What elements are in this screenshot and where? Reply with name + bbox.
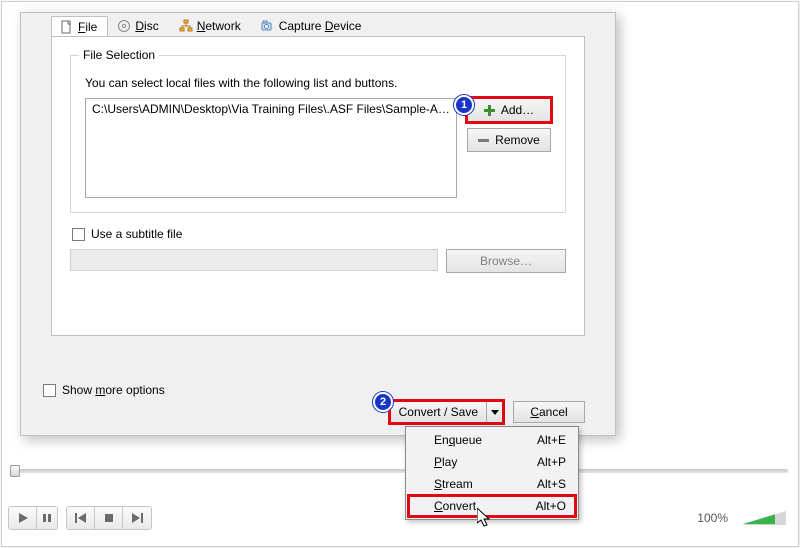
seek-track	[12, 469, 788, 473]
convert-save-button[interactable]: Convert / Save	[390, 401, 503, 423]
pause-button[interactable]	[37, 507, 57, 529]
tab-file[interactable]: File	[51, 16, 108, 38]
more-options-checkbox[interactable]	[43, 384, 56, 397]
tab-disc[interactable]: Disc	[108, 15, 169, 37]
menu-item-label: Convert	[434, 499, 476, 513]
menu-item-enqueue[interactable]: Enqueue Alt+E	[408, 429, 576, 451]
tab-file-label: File	[78, 20, 97, 34]
list-item[interactable]: C:\Users\ADMIN\Desktop\Via Training File…	[90, 101, 452, 117]
player-toolbar: 100%	[8, 502, 792, 534]
subtitle-label: Use a subtitle file	[91, 227, 182, 241]
tab-strip: File Disc Network Capture Device	[51, 15, 372, 37]
browse-button-label: Browse…	[480, 254, 532, 268]
open-media-dialog: File Disc Network Capture Device	[20, 12, 616, 436]
file-icon	[60, 20, 74, 34]
tab-network[interactable]: Network	[170, 15, 252, 37]
subtitle-path-field	[70, 249, 438, 271]
menu-item-accel: Alt+P	[537, 455, 566, 469]
file-listbox[interactable]: C:\Users\ADMIN\Desktop\Via Training File…	[85, 98, 457, 198]
menu-item-accel: Alt+S	[537, 477, 566, 491]
file-selection-hint: You can select local files with the foll…	[85, 76, 551, 90]
skip-group	[66, 506, 152, 530]
playback-group	[8, 506, 58, 530]
minus-icon	[478, 135, 489, 146]
file-selection-legend: File Selection	[79, 48, 159, 62]
cursor-icon	[477, 508, 493, 528]
menu-item-label: Play	[434, 455, 457, 469]
menu-item-accel: Alt+E	[537, 433, 566, 447]
seek-bar[interactable]	[4, 460, 796, 480]
annotation-badge-1: 1	[454, 95, 474, 115]
network-icon	[179, 19, 193, 33]
tab-capture-label: Capture Device	[279, 19, 362, 33]
seek-knob[interactable]	[10, 465, 20, 477]
annotation-badge-2: 2	[373, 392, 393, 412]
convert-save-label: Convert / Save	[391, 405, 486, 419]
stop-button[interactable]	[95, 507, 123, 529]
more-options-label: Show more options	[62, 383, 165, 397]
tab-capture[interactable]: Capture Device	[252, 15, 373, 37]
prev-button[interactable]	[67, 507, 95, 529]
plus-icon	[484, 105, 495, 116]
next-button[interactable]	[123, 507, 151, 529]
tab-panel-file: File Selection You can select local file…	[51, 36, 585, 336]
volume-indicator[interactable]	[742, 511, 786, 525]
menu-item-label: Stream	[434, 477, 473, 491]
zoom-level: 100%	[697, 511, 728, 525]
play-button[interactable]	[9, 507, 37, 529]
dialog-button-row: Convert / Save Cancel	[390, 401, 585, 423]
menu-item-stream[interactable]: Stream Alt+S	[408, 473, 576, 495]
browse-button: Browse…	[446, 249, 566, 273]
add-button[interactable]: Add…	[467, 98, 551, 122]
convert-save-menu: Enqueue Alt+E Play Alt+P Stream Alt+S Co…	[405, 426, 579, 520]
subtitle-checkbox-row[interactable]: Use a subtitle file	[72, 227, 566, 241]
file-selection-group: File Selection You can select local file…	[70, 55, 566, 213]
disc-icon	[117, 19, 131, 33]
more-options-row[interactable]: Show more options	[43, 383, 165, 397]
menu-item-accel: Alt+O	[536, 499, 566, 513]
cancel-label: Cancel	[530, 405, 567, 419]
capture-icon	[261, 19, 275, 33]
cancel-button[interactable]: Cancel	[513, 401, 585, 423]
app-window: 100% File Disc Networ	[2, 2, 798, 546]
add-button-label: Add…	[501, 103, 534, 117]
remove-button-label: Remove	[495, 133, 540, 147]
chevron-down-icon[interactable]	[486, 402, 502, 422]
remove-button[interactable]: Remove	[467, 128, 551, 152]
menu-item-play[interactable]: Play Alt+P	[408, 451, 576, 473]
tab-disc-label: Disc	[135, 19, 158, 33]
menu-item-label: Enqueue	[434, 433, 482, 447]
tab-network-label: Network	[197, 19, 241, 33]
subtitle-checkbox[interactable]	[72, 228, 85, 241]
